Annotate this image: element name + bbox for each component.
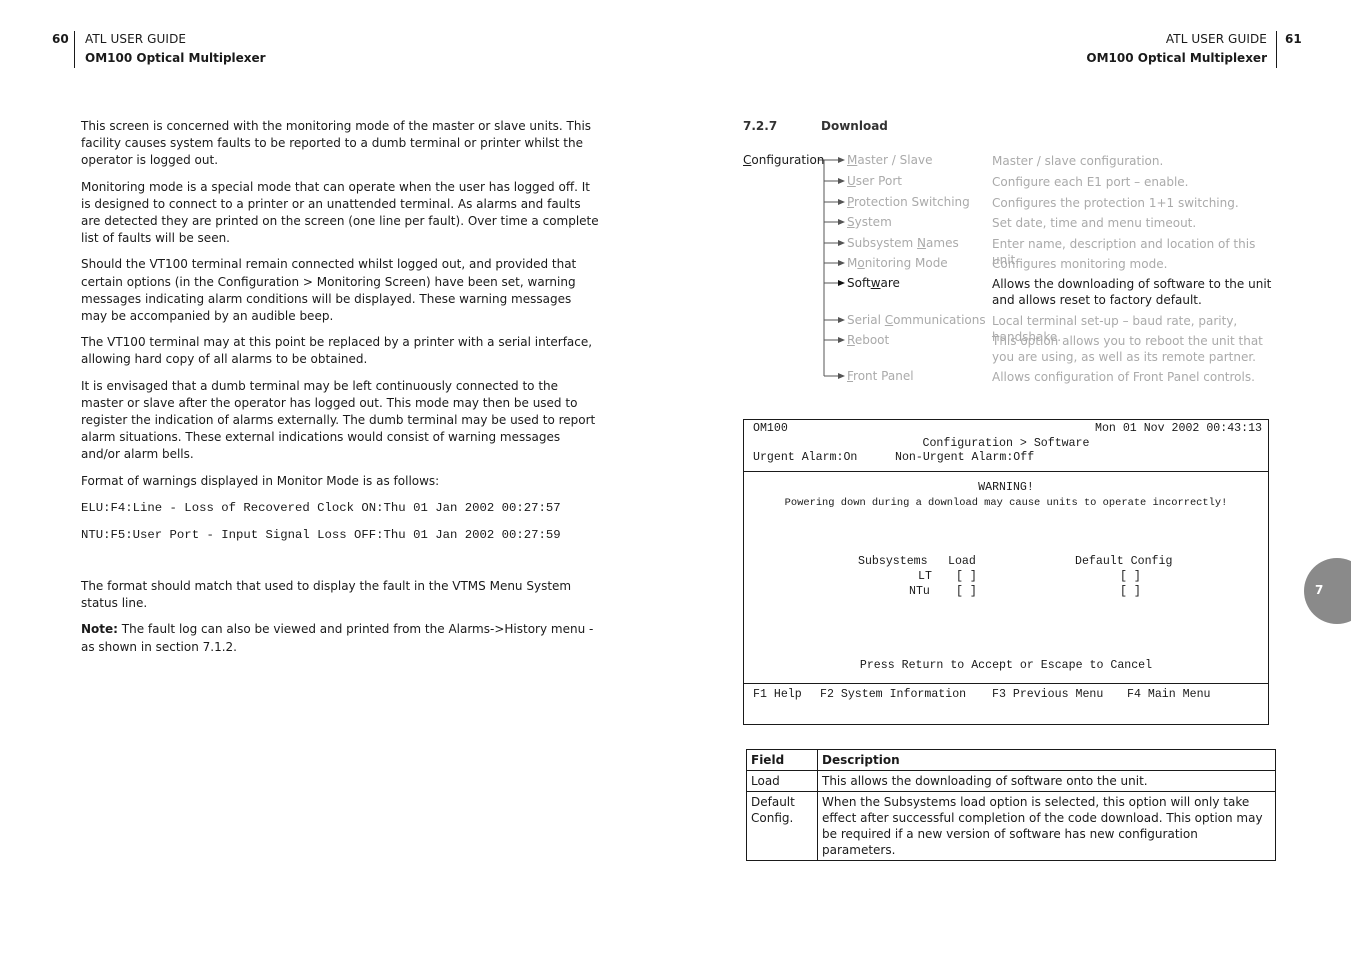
terminal-datetime: Mon 01 Nov 2002 00:43:13 [1095,422,1262,435]
terminal-warning-title: WARNING! [978,481,1034,494]
function-key-f2[interactable]: F2 System Information [820,688,966,701]
terminal-warning-text: Powering down during a download may caus… [784,497,1228,509]
default-config-checkbox[interactable]: [ ] [1120,585,1141,598]
load-checkbox[interactable]: [ ] [956,570,977,583]
header-description: Description [817,749,1276,771]
menu-item[interactable]: Subsystem Names [847,236,959,250]
menu-item-description: This option allows you to reboot the uni… [992,334,1263,364]
menu-root: Configuration [743,153,825,167]
menu-item-description: Allows configuration of Front Panel cont… [992,370,1255,384]
terminal-divider [744,471,1268,472]
menu-item[interactable]: Software [847,276,900,290]
col-load: Load [948,555,976,568]
default-config-checkbox[interactable]: [ ] [1120,570,1141,583]
function-key-f3[interactable]: F3 Previous Menu [992,688,1103,701]
table-row: Default Config. When the Subsystems load… [746,791,1276,861]
arrow-icon [838,337,845,343]
col-subsystems: Subsystems [858,555,928,568]
menu-item[interactable]: System [847,215,892,229]
arrow-icon [838,280,845,286]
menu-item-description: Configure each E1 port – enable. [992,175,1189,189]
menu-item[interactable]: Serial Communications [847,313,986,327]
menu-item[interactable]: Reboot [847,333,889,347]
menu-item-description: Configures monitoring mode. [992,257,1168,271]
menu-item[interactable]: Front Panel [847,369,914,383]
function-key-f4[interactable]: F4 Main Menu [1127,688,1211,701]
menu-item-description: Set date, time and menu timeout. [992,216,1197,230]
arrow-icon [838,199,845,205]
field-cell: Default Config. [746,791,818,861]
arrow-icon [838,178,845,184]
terminal-breadcrumb: Configuration > Software [922,437,1090,450]
table-row: Load This allows the downloading of soft… [746,770,1276,792]
terminal-prompt: Press Return to Accept or Escape to Canc… [859,659,1153,672]
load-checkbox[interactable]: [ ] [956,585,977,598]
terminal-screen: OM100 Mon 01 Nov 2002 00:43:13 Configura… [743,419,1269,725]
arrow-icon [838,240,845,246]
row-name: LT [918,570,932,583]
menu-item-description: Configures the protection 1+1 switching. [992,196,1239,210]
terminal-urgent-alarm: Urgent Alarm:On [753,451,858,464]
col-default-config: Default Config [1075,555,1173,568]
menu-item[interactable]: Protection Switching [847,195,970,209]
menu-item-description: Master / slave configuration. [992,154,1164,168]
description-cell: When the Subsystems load option is selec… [817,791,1276,861]
header-field: Field [746,749,818,771]
table-header-row: Field Description [746,749,1276,771]
terminal-divider [744,683,1268,684]
menu-item[interactable]: Monitoring Mode [847,256,948,270]
menu-item[interactable]: User Port [847,174,902,188]
menu-item-description: Allows the downloading of software to th… [992,277,1272,307]
menu-item[interactable]: Master / Slave [847,153,932,167]
arrow-icon [838,317,845,323]
terminal-non-urgent-alarm: Non-Urgent Alarm:Off [895,451,1035,464]
arrow-icon [838,219,845,225]
function-key-f1[interactable]: F1 Help [753,688,802,701]
arrow-icon [838,157,845,163]
row-name: NTu [909,585,930,598]
description-cell: This allows the downloading of software … [817,770,1276,792]
arrow-icon [838,260,845,266]
terminal-unit: OM100 [753,422,788,435]
arrow-icon [838,373,845,379]
field-description-table: Field Description Load This allows the d… [746,749,1276,861]
field-cell: Load [746,770,818,792]
